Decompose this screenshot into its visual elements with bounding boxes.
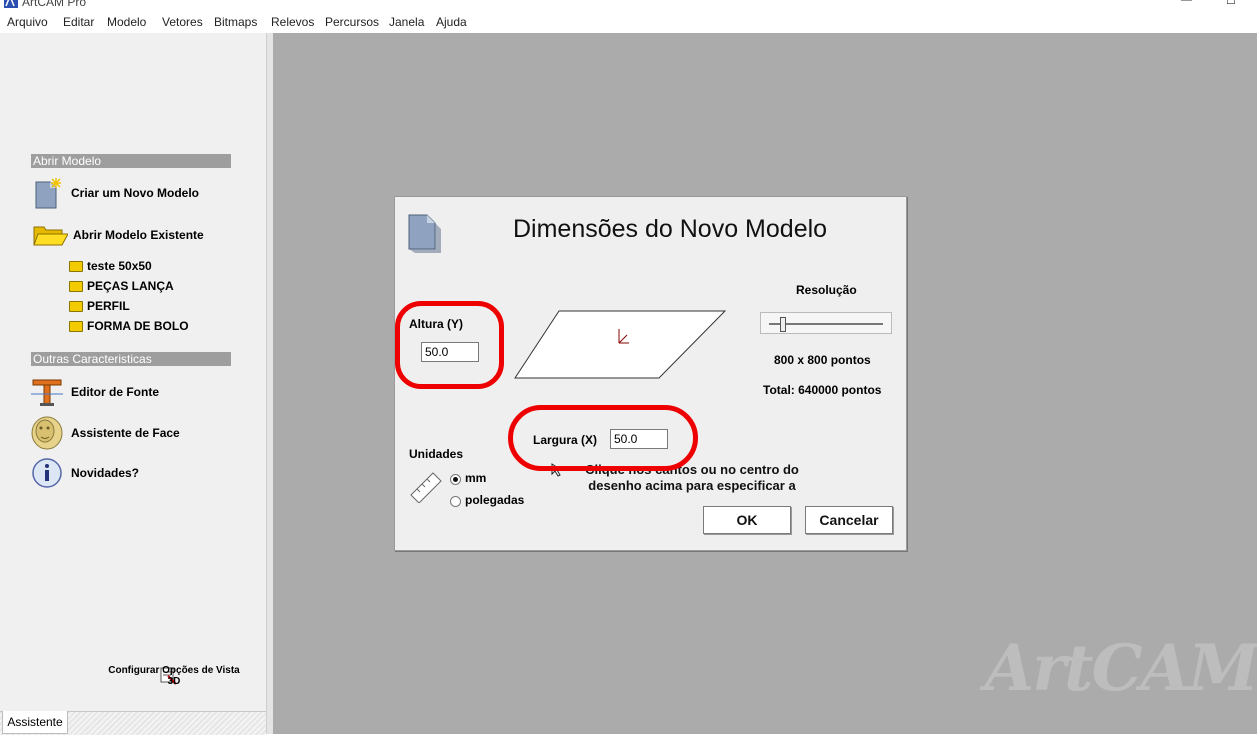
ok-button[interactable]: OK: [703, 506, 791, 534]
model-preview-plane[interactable]: [513, 309, 727, 381]
units-label: Unidades: [409, 447, 464, 461]
hint-cursor-icon: [551, 463, 563, 477]
new-model-label: Criar um Novo Modelo: [71, 186, 200, 200]
info-icon: [32, 458, 62, 488]
unit-mm-label: mm: [465, 471, 487, 485]
artcam-watermark: ArtCAM: [984, 631, 1257, 706]
new-model-dialog: Dimensões do Novo Modelo Altura (Y) Reso…: [394, 196, 907, 551]
recent-file-label: FORMA DE BOLO: [87, 319, 189, 333]
dialog-title: Dimensões do Novo Modelo: [513, 215, 828, 243]
width-label: Largura (X): [533, 433, 598, 447]
resolution-label: Resolução: [796, 283, 857, 297]
font-editor-link[interactable]: Editor de Fonte: [31, 376, 159, 408]
tab-assistente[interactable]: Assistente: [2, 711, 68, 734]
minimize-button[interactable]: —: [1181, 0, 1192, 6]
news-link[interactable]: Novidades?: [31, 457, 139, 489]
menu-relevos[interactable]: Relevos: [271, 15, 314, 29]
cancel-button[interactable]: Cancelar: [805, 506, 893, 534]
open-existing-label: Abrir Modelo Existente: [73, 228, 204, 242]
folder-icon: [69, 320, 83, 332]
recent-file-label: PEÇAS LANÇA: [87, 279, 174, 293]
menu-bitmaps[interactable]: Bitmaps: [214, 15, 257, 29]
recent-file-2[interactable]: PEÇAS LANÇA: [69, 279, 174, 293]
panel-tabstrip: Assistente: [0, 711, 266, 735]
assistant-panel: Abrir Modelo Criar um Novo Modelo Abrir …: [0, 33, 267, 735]
recent-file-3[interactable]: PERFIL: [69, 299, 130, 313]
menu-editar[interactable]: Editar: [63, 15, 94, 29]
unit-mm-radio[interactable]: [450, 474, 461, 485]
section-open-model: Abrir Modelo: [31, 154, 231, 168]
width-input[interactable]: [610, 429, 668, 449]
new-model-link[interactable]: Criar um Novo Modelo: [34, 176, 199, 210]
document-icon: [408, 214, 441, 253]
unit-inches-radio[interactable]: [450, 496, 461, 507]
menu-percursos[interactable]: Percursos: [325, 15, 379, 29]
font-editor-label: Editor de Fonte: [71, 385, 159, 399]
menu-bar: Arquivo Editar Modelo Vetores Bitmaps Re…: [0, 13, 1257, 33]
face-assistant-icon: [31, 416, 63, 450]
total-points: Total: 640000 pontos: [763, 383, 882, 397]
points-count: 800 x 800 pontos: [774, 353, 871, 367]
height-input[interactable]: [421, 342, 479, 362]
menu-janela[interactable]: Janela: [389, 15, 424, 29]
menu-arquivo[interactable]: Arquivo: [7, 15, 48, 29]
recent-file-label: PERFIL: [87, 299, 130, 313]
recent-file-label: teste 50x50: [87, 259, 152, 273]
recent-file-4[interactable]: FORMA DE BOLO: [69, 319, 189, 333]
recent-file-1[interactable]: teste 50x50: [69, 259, 152, 273]
news-label: Novidades?: [71, 466, 140, 480]
section-other-features: Outras Caracteristicas: [31, 352, 231, 366]
title-bar: ArtCAM Pro — ☐: [0, 0, 1257, 12]
open-existing-link[interactable]: Abrir Modelo Existente: [32, 221, 204, 249]
hint-text: Clique nos cantos ou no centro do desenh…: [585, 462, 799, 493]
resolution-slider[interactable]: [760, 312, 892, 334]
folder-icon: [69, 280, 83, 292]
menu-modelo[interactable]: Modelo: [107, 15, 146, 29]
window-title: ArtCAM Pro: [22, 0, 87, 9]
configure-3d-label[interactable]: Configurar Opções de Vista 3D: [104, 665, 244, 687]
font-editor-icon: [31, 379, 63, 406]
folder-icon: [69, 300, 83, 312]
folder-icon: [69, 260, 83, 272]
menu-ajuda[interactable]: Ajuda: [436, 15, 467, 29]
slider-track: [769, 323, 883, 325]
open-folder-icon: [33, 226, 68, 246]
ruler-icon: [410, 472, 442, 503]
slider-thumb[interactable]: [780, 317, 786, 332]
menu-vetores[interactable]: Vetores: [162, 15, 203, 29]
new-document-icon: [35, 178, 61, 209]
height-label: Altura (Y): [409, 317, 463, 331]
unit-inches-label: polegadas: [465, 493, 525, 507]
face-assistant-label: Assistente de Face: [71, 426, 180, 440]
face-assistant-link[interactable]: Assistente de Face: [29, 415, 180, 451]
maximize-button[interactable]: ☐: [1226, 0, 1236, 7]
artcam-app-icon: [4, 0, 18, 8]
